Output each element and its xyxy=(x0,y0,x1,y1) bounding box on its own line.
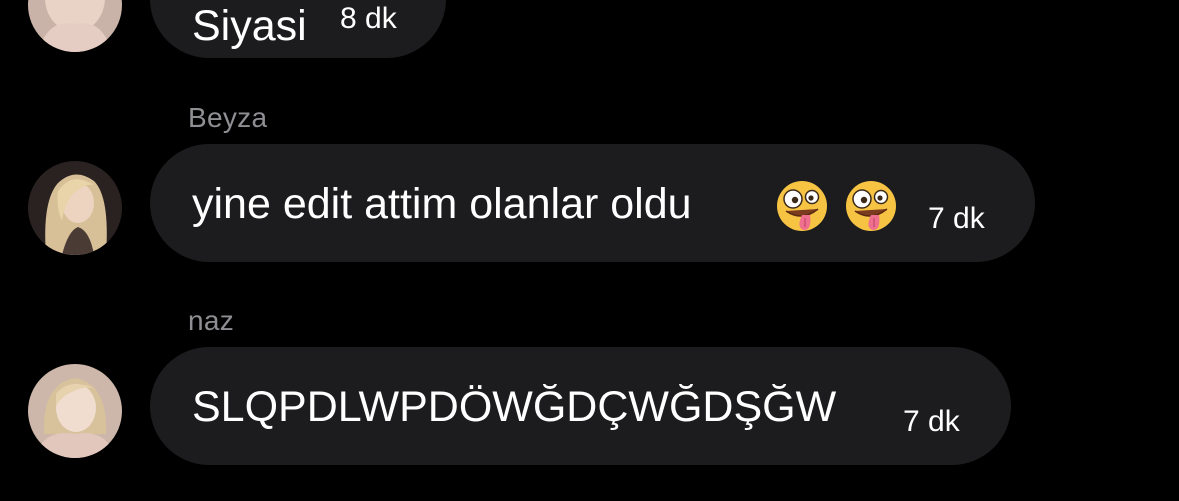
sender-name: naz xyxy=(188,305,235,336)
message-time: 7 dk xyxy=(903,405,960,438)
message-text: Siyasi xyxy=(192,2,307,50)
message-bubble[interactable]: SLQPDLWPDÖWĞDÇWĞDŞĞW 7 dk xyxy=(150,347,1011,465)
zany-face-emoji xyxy=(843,178,899,234)
avatar-photo xyxy=(28,364,122,458)
avatar-photo xyxy=(28,161,122,255)
message-time: 7 dk xyxy=(928,202,985,235)
message-text: SLQPDLWPDÖWĞDÇWĞDŞĞW xyxy=(192,383,837,431)
avatar[interactable] xyxy=(28,0,122,52)
message-bubble[interactable]: Siyasi 8 dk xyxy=(150,0,446,58)
message-time: 8 dk xyxy=(340,2,397,35)
avatar[interactable] xyxy=(28,364,122,458)
zany-face-emoji xyxy=(774,178,830,234)
sender-name: Beyza xyxy=(188,102,268,133)
avatar[interactable] xyxy=(28,161,122,255)
message-bubble[interactable]: yine edit attim olanlar oldu 7 dk xyxy=(150,144,1035,262)
message-text: yine edit attim olanlar oldu xyxy=(192,180,692,228)
avatar-photo xyxy=(28,0,122,52)
